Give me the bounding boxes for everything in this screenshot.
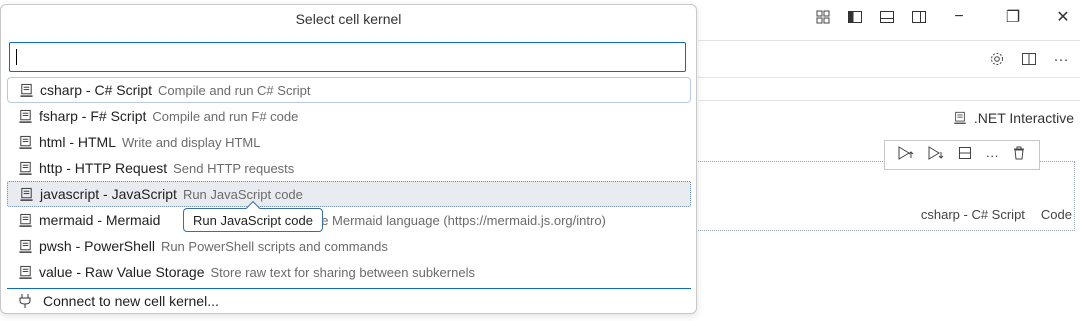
- kernel-icon: [17, 238, 33, 254]
- kernel-item-name: html - HTML: [39, 134, 116, 150]
- kernel-item-description: Store raw text for sharing between subke…: [210, 264, 475, 280]
- kernel-item-description: Run PowerShell scripts and commands: [160, 238, 388, 254]
- execute-below-icon[interactable]: [927, 145, 945, 166]
- kernel-item-name: fsharp - F# Script: [39, 108, 147, 124]
- kernel-item-javascript[interactable]: javascript - JavaScript Run JavaScript c…: [7, 181, 691, 207]
- connect-new-kernel-label: Connect to new cell kernel...: [43, 293, 219, 309]
- cell-kernel-label[interactable]: csharp - C# Script: [921, 207, 1025, 222]
- kernel-item-name: csharp - C# Script: [40, 82, 153, 98]
- kernel-item-description: Compile and run F# code: [152, 108, 299, 124]
- kernel-item-name: http - HTTP Request: [39, 160, 168, 176]
- kernel-item-html[interactable]: html - HTML Write and display HTML: [7, 129, 691, 155]
- select-kernel-quickpick: Select cell kernel csharp - C# Script Co…: [0, 4, 697, 314]
- gear-icon[interactable]: [986, 48, 1008, 70]
- kernel-item-csharp[interactable]: csharp - C# Script Compile and run C# Sc…: [7, 77, 691, 103]
- kernel-item-pwsh[interactable]: pwsh - PowerShell Run PowerShell scripts…: [7, 233, 691, 259]
- kernel-item-http[interactable]: http - HTTP Request Send HTTP requests: [7, 155, 691, 181]
- kernel-search-input[interactable]: [9, 42, 686, 72]
- minimize-icon[interactable]: −: [942, 4, 976, 30]
- customize-layout-icon[interactable]: [812, 7, 834, 27]
- divider: [698, 100, 1080, 101]
- notebook-kernel-selector[interactable]: .NET Interactive: [952, 110, 1074, 126]
- kernel-item-description: the Mermaid language (https://mermaid.js…: [310, 212, 606, 228]
- split-cell-icon[interactable]: [957, 145, 973, 166]
- quickpick-title: Select cell kernel: [295, 11, 402, 27]
- cell-toolbar: ···: [884, 140, 1040, 170]
- connect-new-kernel-item[interactable]: Connect to new cell kernel...: [17, 291, 219, 311]
- kernel-item-value[interactable]: value - Raw Value Storage Store raw text…: [7, 259, 691, 285]
- more-actions-icon[interactable]: ···: [1050, 48, 1072, 70]
- kernel-item-name: mermaid - Mermaid: [39, 212, 161, 228]
- close-icon[interactable]: ✕: [1046, 4, 1080, 30]
- kernel-item-fsharp[interactable]: fsharp - F# Script Compile and run F# co…: [7, 103, 691, 129]
- kernel-item-name: javascript - JavaScript: [40, 186, 177, 202]
- kernel-item-description: Write and display HTML: [122, 134, 261, 150]
- kernel-icon: [17, 212, 33, 228]
- kernel-icon: [17, 134, 33, 150]
- kernel-item-name: pwsh - PowerShell: [39, 238, 155, 254]
- toggle-panel-icon[interactable]: [876, 7, 898, 27]
- kernel-icon: [18, 82, 34, 98]
- split-editor-icon[interactable]: [1018, 48, 1040, 70]
- toggle-secondary-sidebar-icon[interactable]: [908, 7, 930, 27]
- kernel-icon: [17, 108, 33, 124]
- layout-controls: [812, 7, 930, 27]
- more-cell-actions-icon[interactable]: ···: [986, 148, 999, 163]
- delete-cell-icon[interactable]: [1011, 145, 1027, 166]
- cell-status-bar: csharp - C# Script Code: [921, 207, 1072, 222]
- kernel-icon: [17, 160, 33, 176]
- execute-above-icon[interactable]: [897, 145, 915, 166]
- quickpick-separator: [7, 288, 691, 289]
- kernel-icon: [17, 264, 33, 280]
- tooltip: Run JavaScript code: [183, 208, 323, 232]
- notebook-kernel-label: .NET Interactive: [973, 110, 1074, 126]
- kernel-item-description: Send HTTP requests: [173, 160, 295, 176]
- kernel-icon: [18, 186, 34, 202]
- kernel-item-mermaid[interactable]: mermaid - Mermaid the Mermaid language (…: [7, 207, 691, 233]
- plug-icon: [17, 293, 33, 309]
- toggle-primary-sidebar-icon[interactable]: [844, 7, 866, 27]
- kernel-icon: [952, 110, 968, 126]
- kernel-item-description: Run JavaScript code: [182, 186, 303, 202]
- editor-toolbar: ···: [698, 40, 1080, 78]
- kernel-item-description: Compile and run C# Script: [158, 82, 311, 98]
- kernel-list: csharp - C# Script Compile and run C# Sc…: [7, 77, 691, 285]
- kernel-item-name: value - Raw Value Storage: [39, 264, 205, 280]
- restore-icon[interactable]: ❐: [996, 4, 1030, 30]
- cell-language-label[interactable]: Code: [1041, 207, 1072, 222]
- text-cursor: [16, 49, 17, 65]
